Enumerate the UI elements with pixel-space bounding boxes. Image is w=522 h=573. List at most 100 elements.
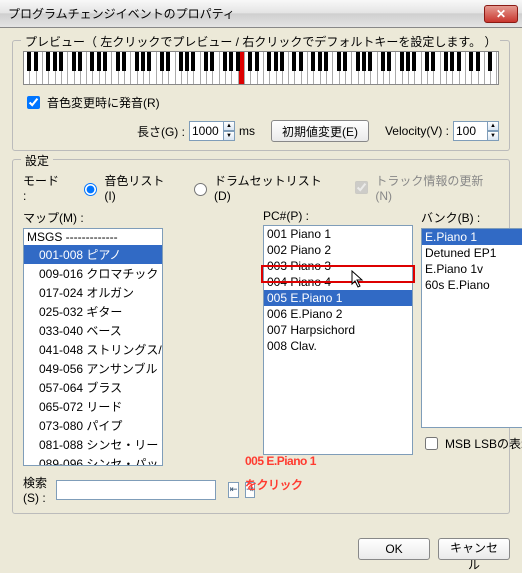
list-item[interactable]: 002 Piano 2: [264, 242, 412, 258]
piano-black-key[interactable]: [179, 52, 183, 71]
piano-black-key[interactable]: [27, 52, 31, 71]
length-input[interactable]: [189, 121, 223, 141]
piano-black-key[interactable]: [368, 52, 372, 71]
list-item[interactable]: 001-008 ピアノ: [24, 245, 162, 264]
piano-black-key[interactable]: [362, 52, 366, 71]
length-up[interactable]: ▲: [223, 121, 235, 131]
piano-black-key[interactable]: [204, 52, 208, 71]
list-item[interactable]: 007 Harpsichord: [264, 322, 412, 338]
piano-black-key[interactable]: [97, 52, 101, 71]
piano-black-key[interactable]: [166, 52, 170, 71]
piano-black-key[interactable]: [381, 52, 385, 71]
piano-black-key[interactable]: [78, 52, 82, 71]
piano-black-key[interactable]: [337, 52, 341, 71]
mode-sound-radio[interactable]: 音色リスト(I): [79, 172, 175, 203]
list-item[interactable]: 001 Piano 1: [264, 226, 412, 242]
msb-lsb-checkbox[interactable]: MSB LSBの表示(L): [421, 434, 522, 453]
piano-black-key[interactable]: [292, 52, 296, 71]
piano-black-key[interactable]: [356, 52, 360, 71]
pc-list[interactable]: 001 Piano 1002 Piano 2003 Piano 3004 Pia…: [263, 225, 413, 455]
list-item[interactable]: 049-056 アンサンブル: [24, 359, 162, 378]
piano-black-key[interactable]: [450, 52, 454, 71]
list-item[interactable]: E.Piano 1v: [422, 261, 522, 277]
list-item[interactable]: 025-032 ギター: [24, 302, 162, 321]
velocity-input[interactable]: [453, 121, 487, 141]
piano-black-key[interactable]: [324, 52, 328, 71]
piano-black-key[interactable]: [141, 52, 145, 71]
bank-list[interactable]: E.Piano 1Detuned EP1E.Piano 1v60s E.Pian…: [421, 228, 522, 428]
list-item[interactable]: 017-024 オルガン: [24, 283, 162, 302]
piano-black-key[interactable]: [223, 52, 227, 71]
piano-black-key[interactable]: [311, 52, 315, 71]
length-stepper[interactable]: ▲▼: [189, 121, 235, 141]
piano-black-key[interactable]: [387, 52, 391, 71]
velocity-up[interactable]: ▲: [487, 121, 499, 131]
piano-black-key[interactable]: [469, 52, 473, 71]
piano-black-key[interactable]: [34, 52, 38, 71]
piano-keyboard[interactable]: [23, 51, 499, 85]
ok-button[interactable]: OK: [358, 538, 430, 560]
piano-black-key[interactable]: [488, 52, 492, 71]
list-item[interactable]: 041-048 ストリングス/オーケ: [24, 340, 162, 359]
piano-black-key[interactable]: [116, 52, 120, 71]
piano-black-key[interactable]: [431, 52, 435, 71]
cancel-button[interactable]: キャンセル: [438, 538, 510, 560]
piano-black-key[interactable]: [90, 52, 94, 71]
search-next-button[interactable]: ⇥: [245, 482, 255, 498]
list-item[interactable]: 033-040 ベース: [24, 321, 162, 340]
piano-black-key[interactable]: [274, 52, 278, 71]
piano-black-key[interactable]: [457, 52, 461, 71]
list-item[interactable]: MSGS -------------: [24, 229, 162, 245]
piano-black-key[interactable]: [210, 52, 214, 71]
piano-black-key[interactable]: [248, 52, 252, 71]
init-change-button[interactable]: 初期値変更(E): [271, 120, 369, 142]
mode-drum-radio[interactable]: ドラムセットリスト(D): [189, 172, 337, 203]
piano-black-key[interactable]: [318, 52, 322, 71]
list-item[interactable]: 009-016 クロマチック・パーカ: [24, 264, 162, 283]
piano-black-key[interactable]: [343, 52, 347, 71]
piano-black-key[interactable]: [425, 52, 429, 71]
list-item[interactable]: 006 E.Piano 2: [264, 306, 412, 322]
piano-black-key[interactable]: [160, 52, 164, 71]
piano-black-key[interactable]: [46, 52, 50, 71]
piano-black-key[interactable]: [406, 52, 410, 71]
piano-black-key[interactable]: [299, 52, 303, 71]
close-button[interactable]: ✕: [484, 5, 518, 23]
piano-black-key[interactable]: [412, 52, 416, 71]
sound-on-change-checkbox[interactable]: 音色変更時に発音(R): [23, 93, 160, 112]
list-item[interactable]: E.Piano 1: [422, 229, 522, 245]
piano-black-key[interactable]: [280, 52, 284, 71]
piano-black-key[interactable]: [72, 52, 76, 71]
list-item[interactable]: 081-088 シンセ・リード: [24, 435, 162, 454]
piano-black-key[interactable]: [103, 52, 107, 71]
list-item[interactable]: Detuned EP1: [422, 245, 522, 261]
piano-black-key[interactable]: [229, 52, 233, 71]
piano-black-key[interactable]: [59, 52, 63, 71]
piano-black-key[interactable]: [236, 52, 240, 71]
piano-black-key[interactable]: [255, 52, 259, 71]
list-item[interactable]: 073-080 パイプ: [24, 416, 162, 435]
list-item[interactable]: 60s E.Piano: [422, 277, 522, 293]
list-item[interactable]: 065-072 リード: [24, 397, 162, 416]
piano-black-key[interactable]: [135, 52, 139, 71]
list-item[interactable]: 057-064 ブラス: [24, 378, 162, 397]
piano-black-key[interactable]: [400, 52, 404, 71]
search-prev-button[interactable]: ⇤: [228, 482, 238, 498]
list-item[interactable]: 005 E.Piano 1: [264, 290, 412, 306]
mode-sound-input[interactable]: [84, 183, 97, 196]
piano-black-key[interactable]: [267, 52, 271, 71]
velocity-stepper[interactable]: ▲▼: [453, 121, 499, 141]
piano-black-key[interactable]: [191, 52, 195, 71]
velocity-down[interactable]: ▼: [487, 131, 499, 141]
mode-drum-input[interactable]: [194, 183, 207, 196]
search-input[interactable]: [56, 480, 216, 500]
msb-lsb-input[interactable]: [425, 437, 438, 450]
piano-black-key[interactable]: [476, 52, 480, 71]
piano-black-key[interactable]: [122, 52, 126, 71]
list-item[interactable]: 004 Piano 4: [264, 274, 412, 290]
list-item[interactable]: 008 Clav.: [264, 338, 412, 354]
piano-black-key[interactable]: [185, 52, 189, 71]
sound-on-change-input[interactable]: [27, 96, 40, 109]
length-down[interactable]: ▼: [223, 131, 235, 141]
map-list[interactable]: MSGS ------------- 001-008 ピアノ 009-016 ク…: [23, 228, 163, 466]
